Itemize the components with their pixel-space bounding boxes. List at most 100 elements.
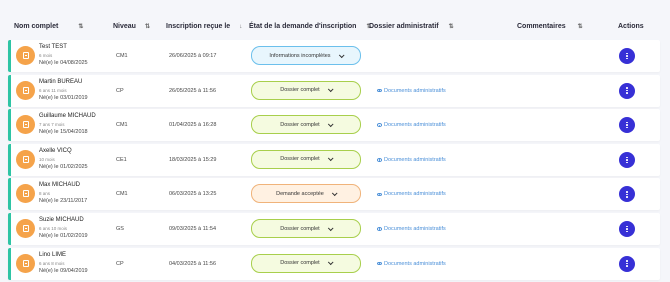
admin-documents-label: Documents administratifs [384, 87, 446, 94]
status-dropdown[interactable]: Informations incomplètes [251, 46, 361, 65]
more-dot [626, 126, 628, 129]
chevron-down-icon [327, 121, 334, 127]
admin-documents-label: Documents administratifs [384, 156, 446, 163]
more-dot [626, 87, 628, 89]
status-label: Dossier complet [280, 87, 320, 94]
admin-documents-link[interactable]: Documents administratifs [377, 191, 446, 197]
status-label: Dossier complet [280, 156, 320, 163]
student-name: Suzie MICHAUD [39, 217, 84, 223]
column-header-date[interactable]: Inscription reçue le ↓ [166, 23, 242, 30]
column-header-admin-label: Dossier administratif [369, 23, 439, 30]
status-dropdown[interactable]: Dossier complet [251, 80, 361, 100]
column-header-name[interactable]: Nom complet ⇅ [14, 23, 83, 30]
student-birthdate: Né(e) le 01/02/2025 [39, 163, 88, 170]
status-dropdown[interactable]: Demande acceptée [251, 184, 361, 204]
eye-icon [377, 123, 382, 127]
eye-icon [377, 88, 382, 93]
row-actions-button[interactable] [619, 48, 635, 64]
eye-icon [377, 227, 382, 231]
column-header-name-label: Nom complet [14, 23, 59, 30]
more-dot [626, 92, 628, 94]
column-header-status[interactable]: État de la demande d'inscription ⇅ [249, 23, 372, 30]
student-age: 8 ans [39, 191, 51, 197]
admin-documents-link[interactable]: Documents administratifs [377, 226, 446, 232]
more-dot [626, 262, 628, 265]
table-row[interactable]: Axelle VICQ 10 mois Né(e) le 01/02/2025 CE1… [8, 143, 660, 176]
student-birthdate: Né(e) le 04/08/2025 [39, 60, 88, 66]
more-dot [626, 57, 628, 60]
admin-documents-link[interactable]: Documents administratifs [377, 122, 446, 128]
registration-date: 26/06/2025 à 09:17 [169, 53, 217, 59]
column-header-date-label: Inscription reçue le [166, 23, 231, 30]
admin-documents-label: Documents administratifs [384, 122, 446, 129]
status-dropdown[interactable]: Dossier complet [251, 115, 361, 135]
row-actions-button[interactable] [619, 117, 635, 134]
admin-documents-label: Documents administratifs [384, 191, 446, 198]
student-birthdate: Né(e) le 01/02/2019 [39, 233, 88, 239]
more-dot [626, 265, 628, 267]
status-dropdown[interactable]: Dossier complet [251, 253, 361, 273]
more-dot [626, 191, 628, 193]
student-avatar-icon [16, 115, 35, 135]
column-header-level[interactable]: Niveau ⇅ [113, 23, 150, 30]
admin-documents-label: Documents administratifs [384, 226, 446, 232]
row-actions-button[interactable] [619, 82, 635, 99]
sort-icon[interactable]: ⇅ [145, 24, 150, 30]
registration-date: 18/03/2025 à 15:29 [169, 156, 217, 163]
student-name: Lino LIME [39, 251, 67, 258]
column-header-status-label: État de la demande d'inscription [249, 23, 357, 30]
sort-icon[interactable]: ⇅ [578, 24, 583, 30]
table-row[interactable]: Suzie MICHAUD 6 ans 10 mois Né(e) le 01/02… [8, 213, 660, 245]
student-avatar-icon [16, 184, 35, 204]
student-level: CE1 [116, 156, 127, 163]
registration-date: 01/04/2025 à 16:28 [169, 122, 217, 129]
student-birthdate: Né(e) le 15/04/2018 [39, 129, 88, 136]
sort-down-icon[interactable]: ↓ [239, 24, 242, 30]
column-header-admin[interactable]: Dossier administratif ⇅ [369, 23, 454, 30]
table-row[interactable]: Martin BUREAU 6 ans 11 mois Né(e) le 03/01… [8, 74, 660, 107]
table-row[interactable]: Test TEST 6 mois Né(e) le 04/08/2025 CM1 26/… [8, 40, 660, 72]
status-label: Dossier complet [280, 225, 320, 232]
student-level: GS [116, 226, 124, 232]
admin-documents-link[interactable]: Documents administratifs [377, 261, 446, 267]
table-row[interactable]: Lino LIME 6 ans 8 mois Né(e) le 09/04/2019… [8, 247, 660, 280]
sort-icon[interactable]: ⇅ [449, 24, 454, 30]
student-level: CM1 [116, 122, 128, 129]
row-actions-button[interactable] [619, 151, 635, 168]
student-level: CM1 [116, 53, 128, 59]
status-label: Demande acceptée [276, 190, 324, 197]
chevron-down-icon [338, 51, 345, 58]
more-dot [626, 55, 628, 57]
student-age: 7 ans 7 mois [39, 122, 65, 128]
table-row[interactable]: Guillaume MICHAUD 7 ans 7 mois Né(e) le 15… [8, 109, 660, 142]
table-row[interactable]: Max MICHAUD 8 ans Né(e) le 23/11/2017 CM1 06… [8, 178, 660, 211]
student-avatar-icon [16, 80, 35, 100]
status-dropdown[interactable]: Dossier complet [251, 219, 361, 238]
admin-documents-link[interactable]: Documents administratifs [377, 157, 446, 163]
row-actions-button[interactable] [619, 186, 635, 203]
sort-icon[interactable]: ⇅ [78, 24, 83, 30]
more-dot [626, 159, 628, 161]
more-dot [626, 121, 628, 124]
admin-documents-link[interactable]: Documents administratifs [377, 88, 446, 94]
chevron-down-icon [327, 259, 334, 266]
status-dropdown[interactable]: Dossier complet [251, 149, 361, 169]
student-name: Axelle VICQ [39, 147, 72, 154]
row-actions-button[interactable] [619, 255, 635, 272]
more-dot [626, 196, 628, 198]
student-birthdate: Né(e) le 09/04/2019 [39, 267, 88, 274]
status-label: Informations incomplètes [269, 52, 331, 59]
column-header-comments[interactable]: Commentaires ⇅ [517, 23, 583, 30]
chevron-down-icon [331, 190, 338, 197]
status-label: Dossier complet [280, 121, 320, 128]
admin-documents-label: Documents administratifs [384, 260, 446, 267]
student-avatar-icon [16, 46, 35, 65]
row-actions-button[interactable] [619, 221, 635, 237]
student-level: CP [116, 87, 124, 94]
more-dot [626, 230, 628, 233]
student-age: 6 ans 8 mois [39, 260, 65, 266]
column-header-actions-label: Actions [618, 23, 644, 30]
registration-date: 06/03/2025 à 13:25 [169, 191, 217, 198]
registration-date: 26/05/2025 à 11:56 [169, 87, 216, 94]
student-avatar-icon [16, 219, 35, 238]
